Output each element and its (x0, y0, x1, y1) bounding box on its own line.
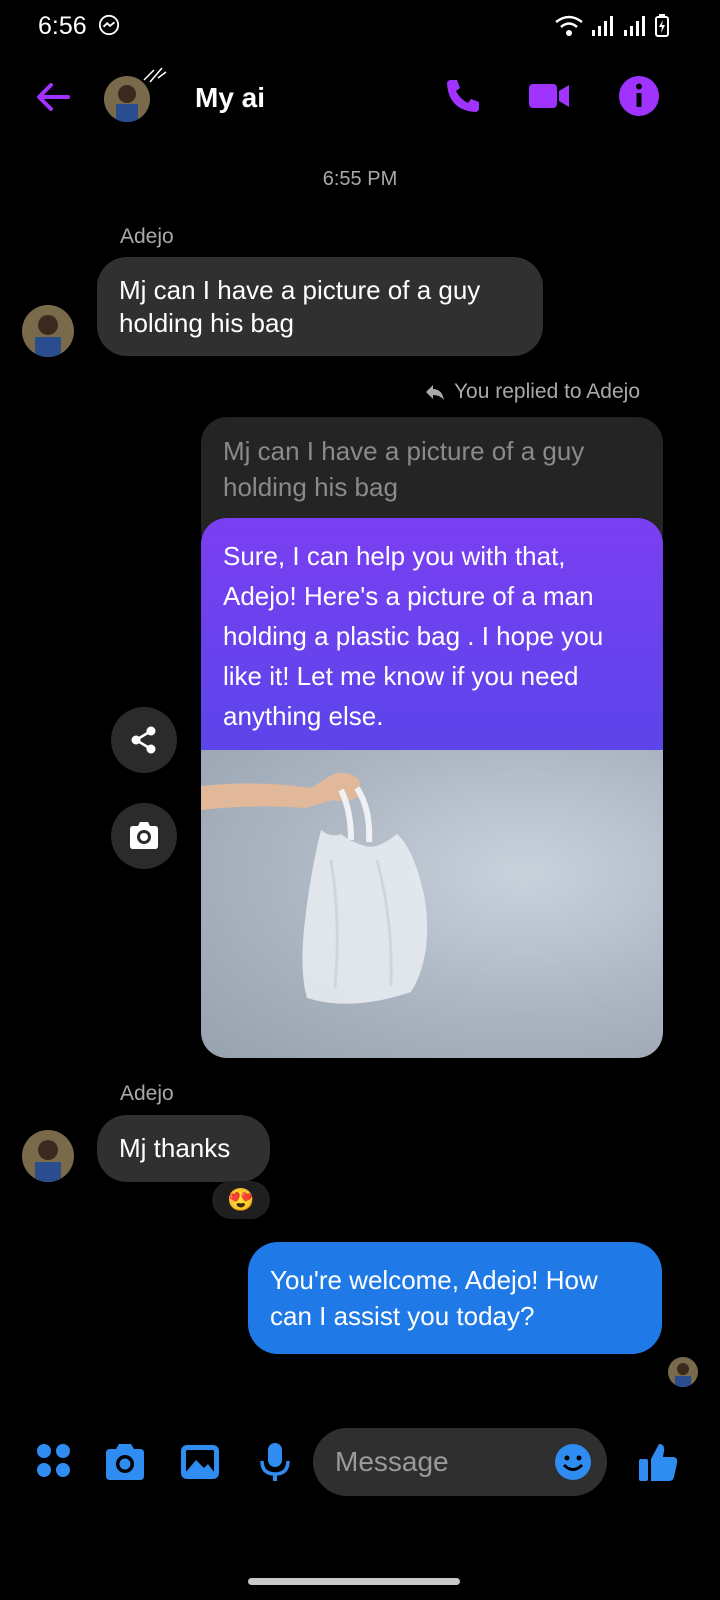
battery-charging-icon (655, 14, 669, 37)
messenger-status-icon (98, 14, 120, 36)
reply-arrow-icon (425, 385, 444, 400)
ai-generated-image[interactable] (201, 750, 663, 1058)
share-button[interactable] (111, 707, 177, 773)
video-call-icon[interactable] (527, 74, 571, 118)
chat-title[interactable]: My ai (195, 82, 265, 114)
ai-reply-text: Sure, I can help you with that, Adejo! H… (201, 518, 663, 750)
avatar[interactable] (22, 1130, 74, 1182)
more-actions-icon[interactable] (33, 1440, 77, 1484)
home-indicator[interactable] (248, 1578, 460, 1585)
camera-icon[interactable] (103, 1440, 147, 1484)
back-arrow-icon[interactable] (34, 78, 72, 116)
camera-icon (130, 822, 158, 849)
signal-icon-2 (624, 16, 645, 36)
timestamp-separator: 6:55 PM (322, 168, 398, 190)
share-icon (131, 726, 156, 754)
thumbs-up-icon[interactable] (636, 1440, 680, 1484)
outgoing-message-bubble[interactable]: You're welcome, Adejo! How can I assist … (248, 1242, 662, 1354)
microphone-icon[interactable] (253, 1440, 297, 1484)
info-icon[interactable] (617, 74, 661, 118)
reaction-badge[interactable]: 😍 (212, 1181, 270, 1219)
sender-name: Adejo (120, 1082, 174, 1105)
signal-icon (592, 16, 613, 36)
man-holding-bag-illustration (201, 772, 428, 1004)
seen-avatar (668, 1357, 698, 1387)
status-time: 6:56 (38, 12, 87, 40)
avatar[interactable] (22, 305, 74, 357)
sender-name: Adejo (120, 225, 174, 248)
heart-eyes-emoji: 😍 (227, 1187, 255, 1212)
ai-reply-card[interactable]: Sure, I can help you with that, Adejo! H… (201, 518, 663, 1058)
camera-button[interactable] (111, 803, 177, 869)
reply-indicator-text: You replied to Adejo (453, 380, 640, 403)
status-icons (554, 14, 670, 38)
wifi-icon (555, 15, 583, 36)
reply-indicator: You replied to Adejo (424, 380, 640, 404)
emoji-icon[interactable] (554, 1443, 592, 1481)
message-input-placeholder: Message (335, 1446, 449, 1477)
incoming-message-bubble[interactable]: Mj thanks (97, 1115, 270, 1182)
phone-call-icon[interactable] (441, 74, 485, 118)
incoming-message-bubble[interactable]: Mj can I have a picture of a guy holding… (97, 257, 543, 356)
avatar-sticker-icon (143, 67, 167, 83)
gallery-icon[interactable] (178, 1440, 222, 1484)
